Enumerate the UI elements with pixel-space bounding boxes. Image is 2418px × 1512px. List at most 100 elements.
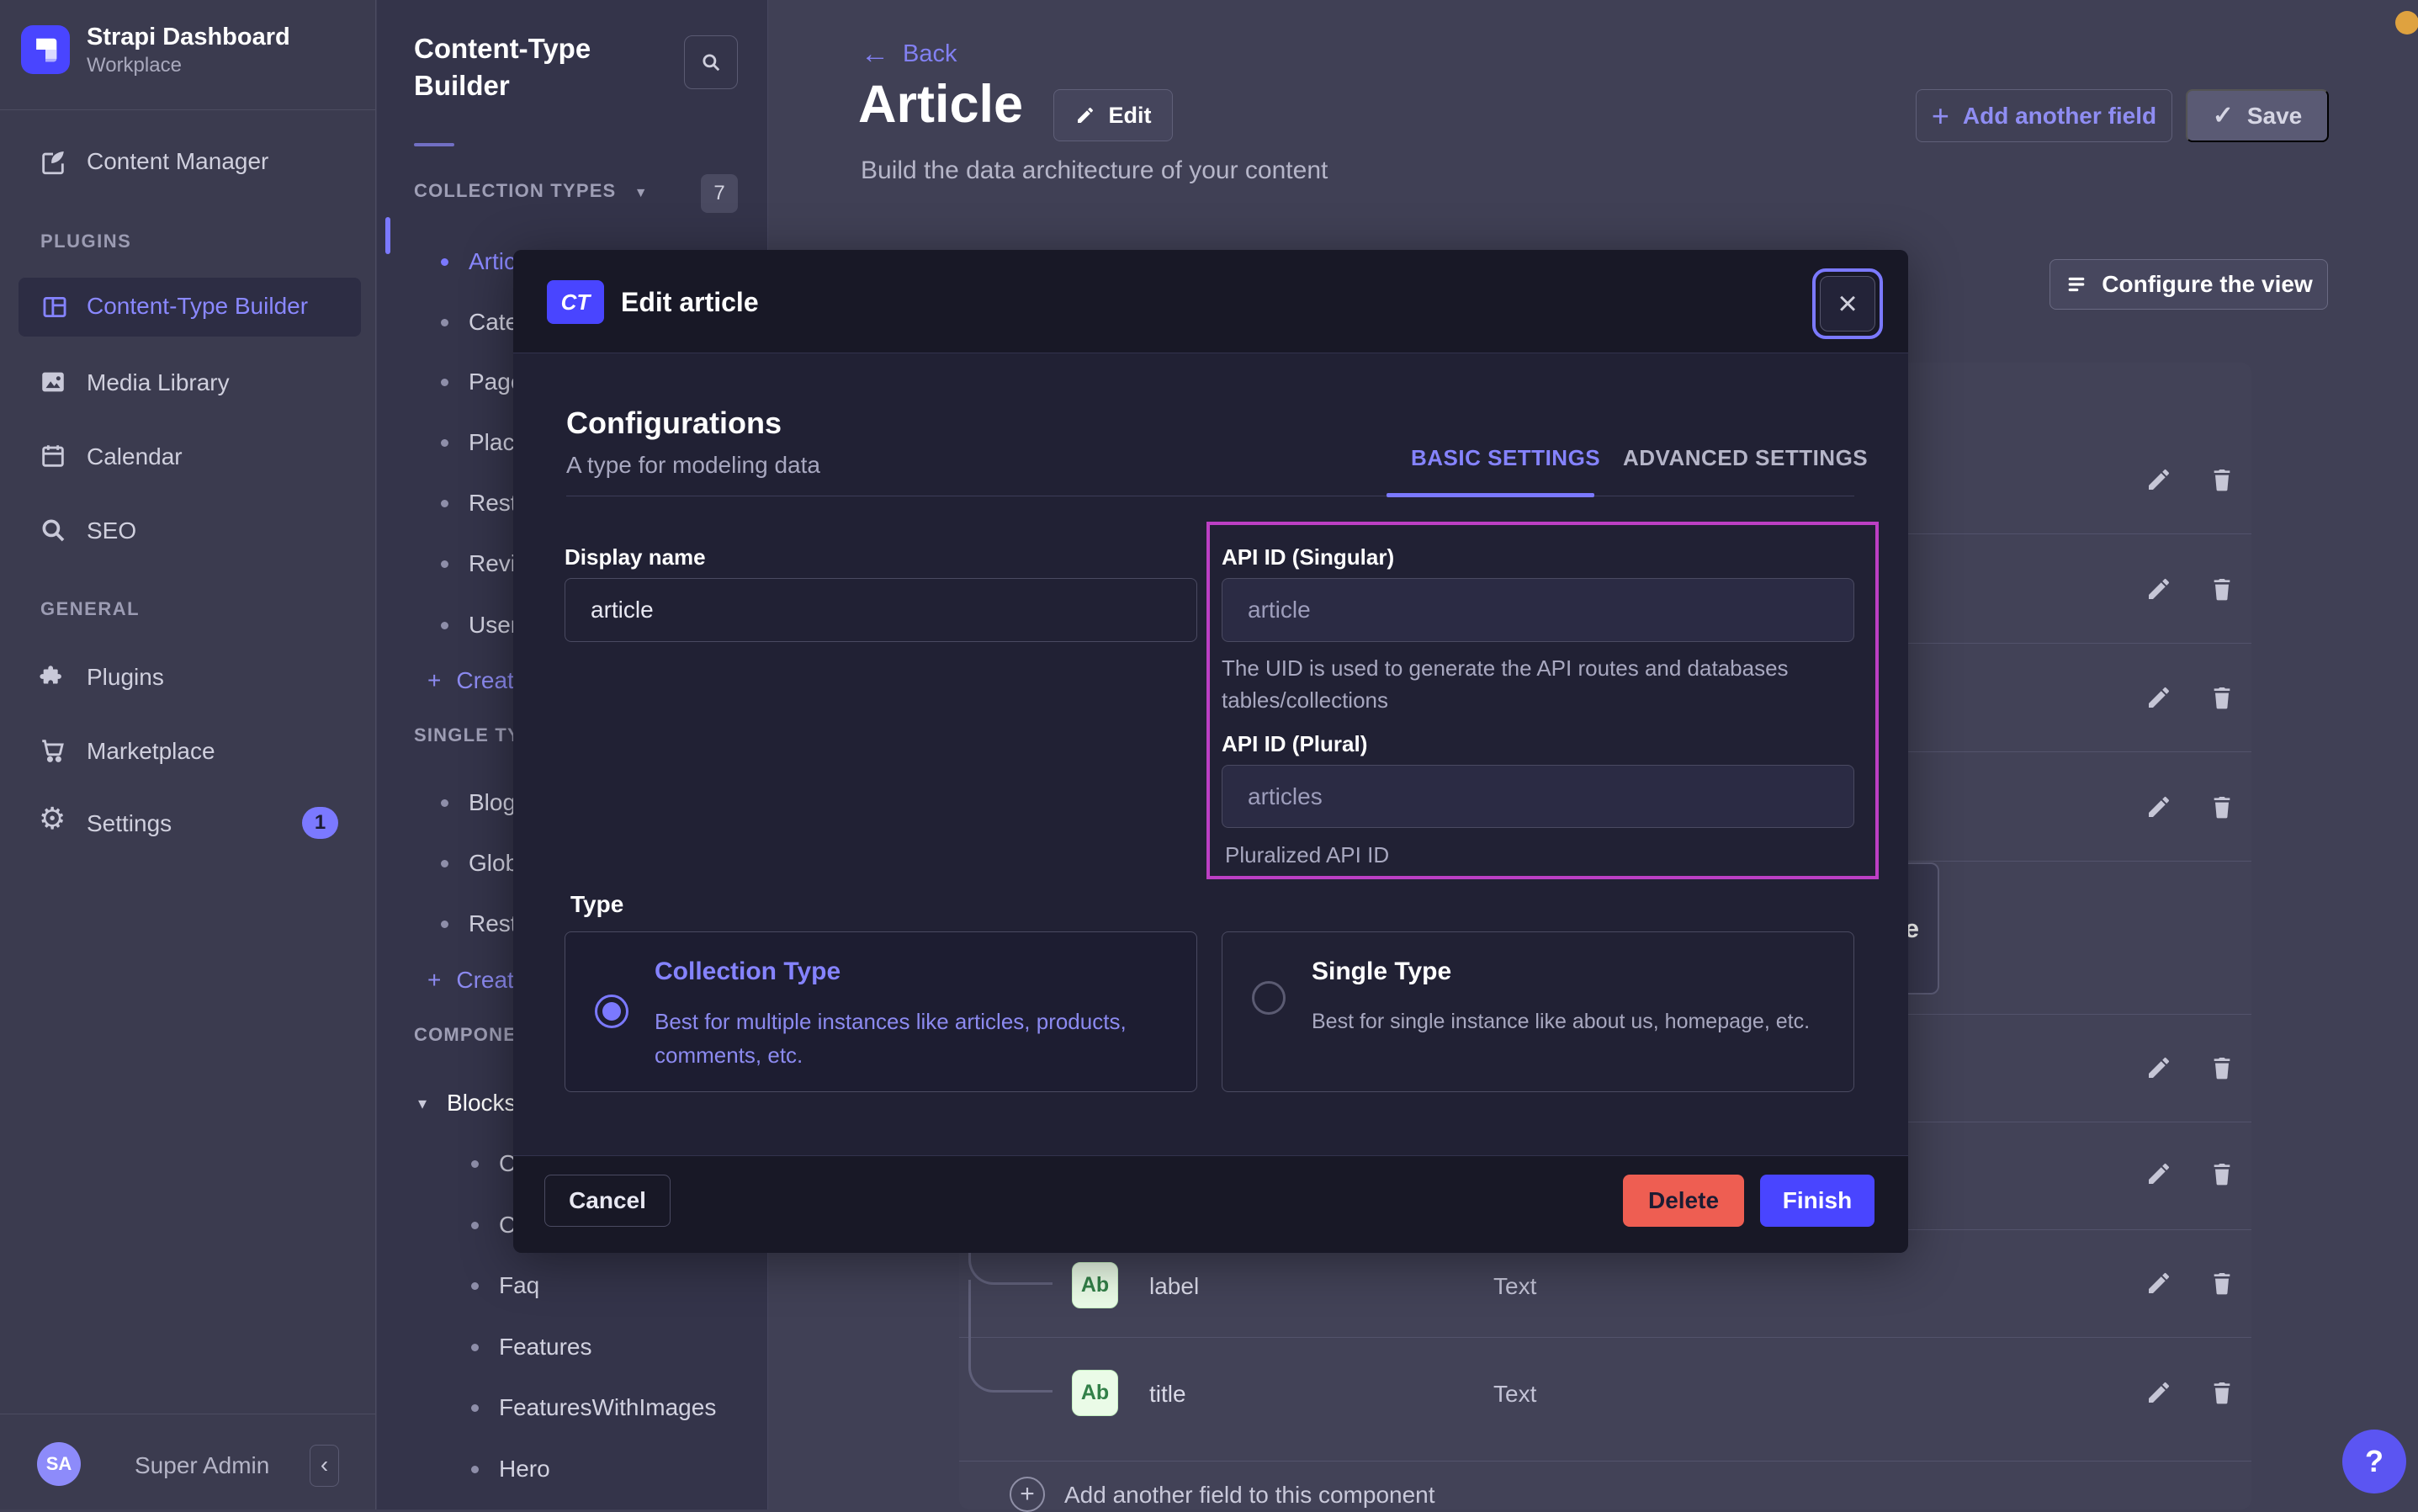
sidebar-item-content-type-builder[interactable]: Content-Type Builder (19, 278, 361, 337)
row-delete-button[interactable] (2209, 1270, 2235, 1297)
row-edit-button[interactable] (2145, 1054, 2172, 1081)
subnav-item-label: FeaturesWithImages (499, 1394, 716, 1421)
subnav-search-button[interactable] (684, 35, 738, 89)
pencil-icon (1075, 105, 1095, 125)
subnav-item-features[interactable]: Features (471, 1333, 592, 1361)
subnav-item-blog[interactable]: Blog (441, 788, 516, 817)
bullet-icon (471, 1344, 479, 1351)
create-single-type-link[interactable]: +Create (427, 966, 527, 995)
sidebar-item-label: SEO (87, 517, 136, 544)
row-delete-button[interactable] (2209, 684, 2235, 711)
tab-advanced-settings[interactable]: ADVANCED SETTINGS (1623, 445, 1868, 471)
avatar[interactable]: SA (37, 1442, 81, 1486)
row-edit-button[interactable] (2145, 466, 2172, 493)
tree-connector (968, 1332, 1053, 1393)
row-delete-button[interactable] (2209, 466, 2235, 493)
subnav-item-featureswithimages[interactable]: FeaturesWithImages (471, 1393, 716, 1422)
row-delete-button[interactable] (2209, 1160, 2235, 1187)
plus-icon: + (1932, 98, 1949, 134)
collection-type-option[interactable]: Collection Type Best for multiple instan… (565, 931, 1197, 1092)
close-icon[interactable]: × (1820, 276, 1875, 332)
field-name: title (1149, 1381, 1186, 1408)
strapi-logo[interactable] (21, 25, 70, 74)
gear-icon: ⚙ (39, 804, 67, 832)
modal-header: CT Edit article × (513, 250, 1908, 353)
row-edit-button[interactable] (2145, 1270, 2172, 1297)
plus-circle-icon: + (1010, 1477, 1045, 1512)
sidebar-item-label: Plugins (87, 664, 164, 691)
subnav-item-label: Blog (469, 789, 516, 816)
subnav-item-rest[interactable]: Rest (441, 489, 517, 517)
subnav-item-faq[interactable]: Faq (471, 1271, 539, 1300)
bullet-icon (441, 319, 448, 326)
row-delete-button[interactable] (2209, 1054, 2235, 1081)
api-id-singular-input[interactable] (1222, 578, 1854, 642)
single-type-desc: Best for single instance like about us, … (1312, 1005, 1810, 1038)
edit-button[interactable]: Edit (1053, 89, 1173, 141)
row-delete-button[interactable] (2209, 576, 2235, 602)
delete-button[interactable]: Delete (1623, 1175, 1744, 1227)
save-button[interactable]: ✓ Save (2186, 89, 2329, 142)
edit-article-modal: CT Edit article × Configurations A type … (513, 250, 1908, 1253)
save-label: Save (2247, 103, 2302, 130)
row-edit-button[interactable] (2145, 1160, 2172, 1187)
radio-unselected-icon[interactable] (1252, 981, 1286, 1015)
bullet-icon (471, 1404, 479, 1412)
row-edit-button[interactable] (2145, 576, 2172, 602)
add-another-field-button[interactable]: + Add another field (1916, 89, 2172, 142)
divider (414, 143, 454, 146)
content-type-badge: CT (547, 280, 604, 324)
active-tab-indicator (1387, 493, 1594, 497)
nav-section-general: GENERAL (40, 598, 140, 620)
collection-types-count-badge: 7 (701, 174, 738, 213)
page-title: Article (858, 74, 1023, 135)
edit-label: Edit (1109, 103, 1152, 129)
configure-the-view-button[interactable]: Configure the view (2049, 259, 2328, 310)
bullet-icon (441, 860, 448, 867)
api-id-plural-input[interactable] (1222, 765, 1854, 828)
row-delete-button[interactable] (2209, 793, 2235, 820)
subnav-group-blocks[interactable]: ▾ Blocks (418, 1089, 517, 1117)
cancel-button[interactable]: Cancel (544, 1175, 671, 1227)
row-edit-button[interactable] (2145, 684, 2172, 711)
single-type-option[interactable]: Single Type Best for single instance lik… (1222, 931, 1854, 1092)
field-name: label (1149, 1273, 1199, 1300)
text-field-type-badge: Ab (1072, 1262, 1118, 1308)
radio-selected-icon[interactable] (595, 995, 628, 1028)
strapi-logo-icon (21, 25, 70, 74)
settings-notification-badge: 1 (302, 807, 338, 839)
display-name-input[interactable] (565, 578, 1197, 642)
row-edit-button[interactable] (2145, 793, 2172, 820)
row-edit-button[interactable] (2145, 1379, 2172, 1406)
subnav-item-label: Rest (469, 910, 517, 937)
api-id-singular-label: API ID (Singular) (1222, 544, 1394, 570)
check-icon: ✓ (2213, 101, 2234, 130)
filter-lines-icon (2065, 273, 2088, 296)
user-name: Super Admin (135, 1452, 269, 1479)
bullet-icon (441, 920, 448, 928)
subnav-item-rest-single[interactable]: Rest (441, 910, 517, 938)
subnav-item-hero[interactable]: Hero (471, 1455, 550, 1483)
row-delete-button[interactable] (2209, 1379, 2235, 1406)
subnav-item-label: Rest (469, 490, 517, 517)
help-button[interactable]: ? (2342, 1430, 2406, 1493)
scrollbar-thumb[interactable] (385, 217, 390, 254)
sidebar-item-label: Settings (87, 810, 172, 837)
finish-button[interactable]: Finish (1760, 1175, 1874, 1227)
sidebar-item-label: Content-Type Builder (87, 293, 308, 320)
bullet-icon (441, 622, 448, 629)
text-field-type-badge: Ab (1072, 1370, 1118, 1416)
tab-basic-settings[interactable]: BASIC SETTINGS (1411, 445, 1600, 471)
collapse-sidebar-button[interactable]: ‹ (310, 1445, 339, 1487)
sidebar-item-label: Content Manager (87, 148, 268, 175)
create-collection-type-link[interactable]: +Create (427, 666, 527, 695)
layout-grid-icon (40, 293, 69, 321)
sidebar-item-label: Media Library (87, 369, 230, 396)
api-id-plural-label: API ID (Plural) (1222, 731, 1367, 757)
subnav-item-label: Blocks (447, 1090, 516, 1117)
modal-title: Edit article (621, 287, 759, 318)
calendar-icon (39, 442, 67, 470)
collection-types-header[interactable]: COLLECTION TYPES ▼ (414, 180, 649, 202)
back-link[interactable]: ← Back (861, 38, 957, 71)
cart-icon (39, 736, 67, 765)
